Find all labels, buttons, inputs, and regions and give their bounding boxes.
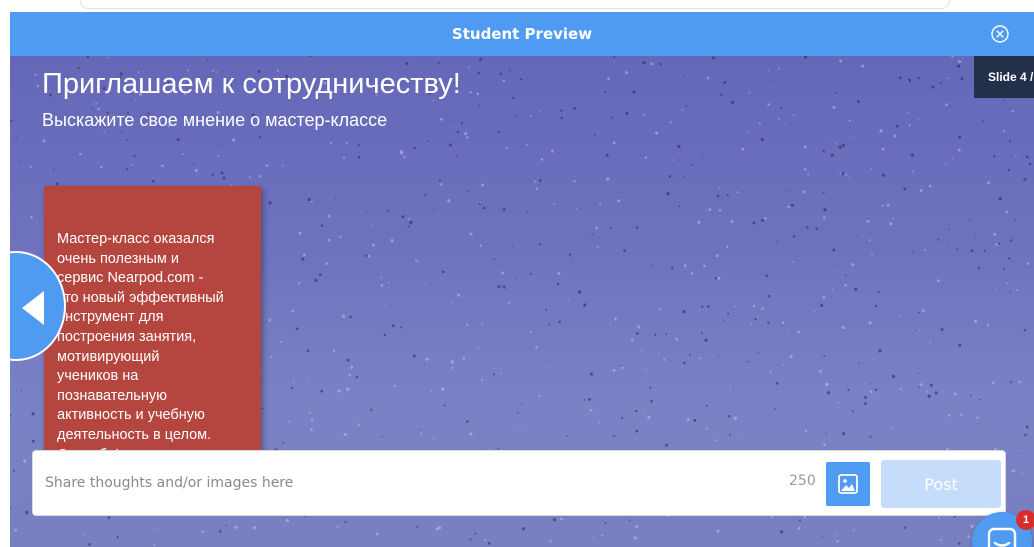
slide-counter: Slide 4 /: [974, 56, 1034, 98]
char-count: 250: [789, 473, 816, 489]
modal-header: Student Preview: [10, 12, 1034, 56]
post-button[interactable]: Post: [881, 460, 1001, 508]
note-line: активность и учебную: [57, 407, 205, 424]
comment-input[interactable]: [45, 471, 745, 495]
note-text: Мастер-класс оказался очень полезным и с…: [57, 230, 257, 465]
note-line: очень полезным и: [57, 250, 179, 267]
note-line: деятельность в целом.: [57, 426, 212, 443]
student-preview-modal: Student Preview Приглашаем к сотрудничес…: [10, 12, 1034, 547]
note-line: это новый эффективный: [57, 289, 224, 306]
note-line: инструмент для: [57, 309, 164, 326]
modal-title: Student Preview: [451, 25, 593, 43]
note-line: сервис Nearpod.com -: [57, 270, 204, 287]
note-line: учеников на: [57, 368, 139, 385]
note-line: мотивирующий: [57, 348, 160, 365]
add-image-button[interactable]: [826, 462, 870, 506]
close-circle-icon[interactable]: [990, 24, 1010, 44]
note-line: построения занятия,: [57, 328, 197, 345]
search-bar-edge: [80, 0, 950, 9]
slide-subtitle: Выскажите свое мнение о мастер-классе: [42, 110, 388, 130]
note-line: познавательную: [57, 387, 167, 404]
note-line: Мастер-класс оказался: [57, 231, 215, 247]
notification-badge: 1: [1016, 510, 1034, 530]
image-icon: [838, 474, 858, 494]
chevron-left-icon: [22, 291, 44, 325]
slide-canvas: Приглашаем к сотрудничеству! Выскажите с…: [10, 56, 1034, 547]
slide-title: Приглашаем к сотрудничеству!: [42, 68, 461, 100]
page-top-strip: [0, 0, 1034, 12]
comment-bar: 250 Post: [32, 450, 1006, 516]
note-card: Мастер-класс оказался очень полезным и с…: [44, 186, 261, 486]
